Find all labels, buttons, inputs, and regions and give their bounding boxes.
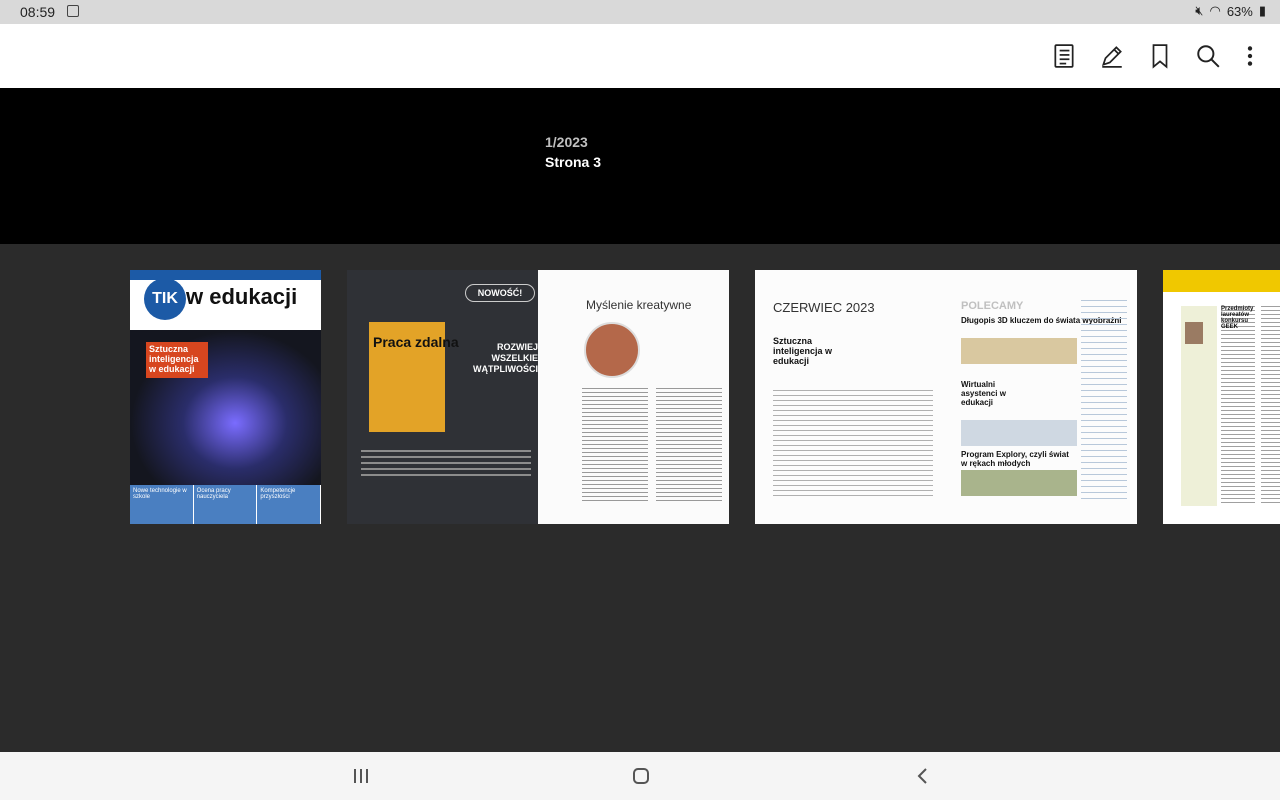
cover-sections: Nowe technologie w szkole Ocena pracy na… (130, 485, 321, 524)
contents-month: CZERWIEC 2023 (773, 300, 875, 315)
cover-section: Ocena pracy nauczyciela (193, 485, 258, 524)
cover-logo: TIK (144, 278, 186, 320)
page-label: Strona 3 (545, 154, 602, 170)
more-options-button[interactable] (1234, 40, 1266, 72)
pencil-icon (1101, 46, 1122, 68)
notification-icon (67, 5, 79, 17)
page-info-header: 1/2023 Strona 3 (0, 88, 1280, 254)
battery-level: 63% (1226, 3, 1253, 19)
back-icon (917, 768, 927, 784)
feature-image (961, 338, 1077, 364)
contents-list (773, 390, 933, 500)
status-icons: 🔇︎ ◠ 63% ▮ (1195, 3, 1266, 19)
battery-icon: ▮ (1258, 3, 1266, 18)
text-column (1261, 306, 1280, 506)
system-nav-bar (0, 752, 1280, 800)
more-vert-icon (1247, 46, 1253, 66)
thumbnail-pages-2-3[interactable]: NOWOŚĆ! Praca zdalna ROZWIEJ WSZELKIE WĄ… (347, 270, 729, 524)
mute-icon: 🔇︎ (1195, 3, 1204, 18)
page-editorial: Myślenie kreatywne (538, 270, 729, 524)
wifi-icon: ◠ (1209, 3, 1221, 18)
back-button[interactable] (910, 764, 934, 788)
book-title: Praca zdalna (373, 334, 459, 350)
text-column (1221, 306, 1255, 506)
bookmark-icon (1152, 44, 1168, 69)
editorial-heading: Myślenie kreatywne (586, 298, 692, 312)
home-button[interactable] (629, 764, 653, 788)
recent-apps-button[interactable] (349, 764, 373, 788)
reader-toolbar (0, 24, 1280, 88)
recents-icon (354, 769, 368, 783)
page-header-bar (1163, 270, 1280, 292)
feature-image (961, 420, 1077, 446)
issue-label: 1/2023 (545, 134, 588, 150)
table-of-contents-button[interactable] (1048, 40, 1080, 72)
thumbnail-pages-6-7[interactable]: Przedmioty laureatów konkursu GEEK (1163, 270, 1280, 524)
author-photo (1185, 322, 1203, 344)
status-bar: 08:59 🔇︎ ◠ 63% ▮ (0, 0, 1280, 24)
new-badge: NOWOŚĆ! (465, 284, 535, 302)
bookmark-button[interactable] (1144, 40, 1176, 72)
promo-text: ROZWIEJ WSZELKIE WĄTPLIWOŚCI (473, 342, 538, 374)
contents-icon (1054, 44, 1074, 68)
cover-masthead: w edukacji (186, 284, 298, 309)
article-headline: Przedmioty laureatów konkursu GEEK (1221, 306, 1254, 330)
home-icon (633, 768, 649, 784)
feature-title: Wirtualni asystenci w edukacji (961, 380, 1006, 407)
thumbnail-cover[interactable]: TIK w edukacji Sztuczna inteligencja w e… (130, 270, 321, 524)
author-photo (584, 322, 640, 378)
feature-title: Program Explory, czyli świat w rękach mł… (961, 450, 1069, 468)
search-icon (1197, 45, 1220, 68)
magazine-info-column (1081, 300, 1127, 500)
cover-section: Nowe technologie w szkole (130, 485, 194, 524)
contents-topic: Sztuczna inteligencja w edukacji (773, 336, 833, 366)
recommend-heading: POLECAMY (961, 300, 1024, 312)
ad-body (361, 450, 531, 496)
feature-image (961, 470, 1077, 496)
cover-section: Kompetencje przyszłości (257, 485, 321, 524)
page-thumbnail-strip[interactable]: TIK w edukacji Sztuczna inteligencja w e… (0, 244, 1280, 752)
cover-headline: Sztuczna inteligencja w edukacji (146, 342, 208, 378)
search-button[interactable] (1192, 40, 1224, 72)
thumbnail-pages-4-5[interactable]: CZERWIEC 2023 Sztuczna inteligencja w ed… (755, 270, 1137, 524)
page-ad: NOWOŚĆ! Praca zdalna ROZWIEJ WSZELKIE WĄ… (347, 270, 538, 524)
annotate-button[interactable] (1096, 40, 1128, 72)
clock: 08:59 (20, 4, 56, 20)
editorial-text (582, 388, 722, 504)
